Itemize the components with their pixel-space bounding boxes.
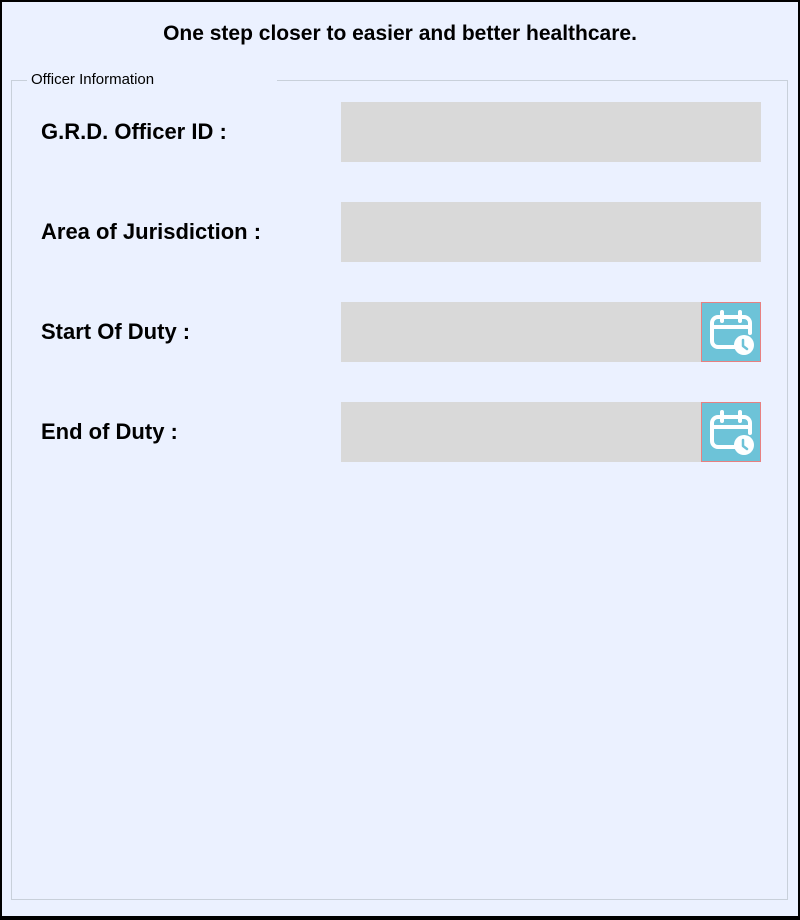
end-of-duty-label: End of Duty : [41,419,178,444]
start-of-duty-calendar-button[interactable] [701,302,761,362]
end-of-duty-calendar-button[interactable] [701,402,761,462]
jurisdiction-input[interactable] [341,202,761,262]
officer-id-label: G.R.D. Officer ID : [41,119,227,144]
calendar-clock-icon [710,310,754,355]
jurisdiction-label: Area of Jurisdiction : [41,219,262,244]
calendar-clock-icon [710,410,754,455]
officer-id-input[interactable] [341,102,761,162]
start-of-duty-label: Start Of Duty : [41,319,191,344]
start-of-duty-row: Start Of Duty : [12,302,789,362]
app-window: One step closer to easier and better hea… [2,2,798,916]
jurisdiction-row: Area of Jurisdiction : [12,202,789,262]
start-of-duty-input[interactable] [341,302,701,362]
officer-id-row: G.R.D. Officer ID : [12,102,789,162]
tagline: One step closer to easier and better hea… [163,22,637,45]
group-title: Officer Information [27,71,277,89]
end-of-duty-input[interactable] [341,402,701,462]
end-of-duty-row: End of Duty : [12,402,789,462]
officer-information-group: Officer Information G.R.D. Officer ID : … [11,71,789,900]
